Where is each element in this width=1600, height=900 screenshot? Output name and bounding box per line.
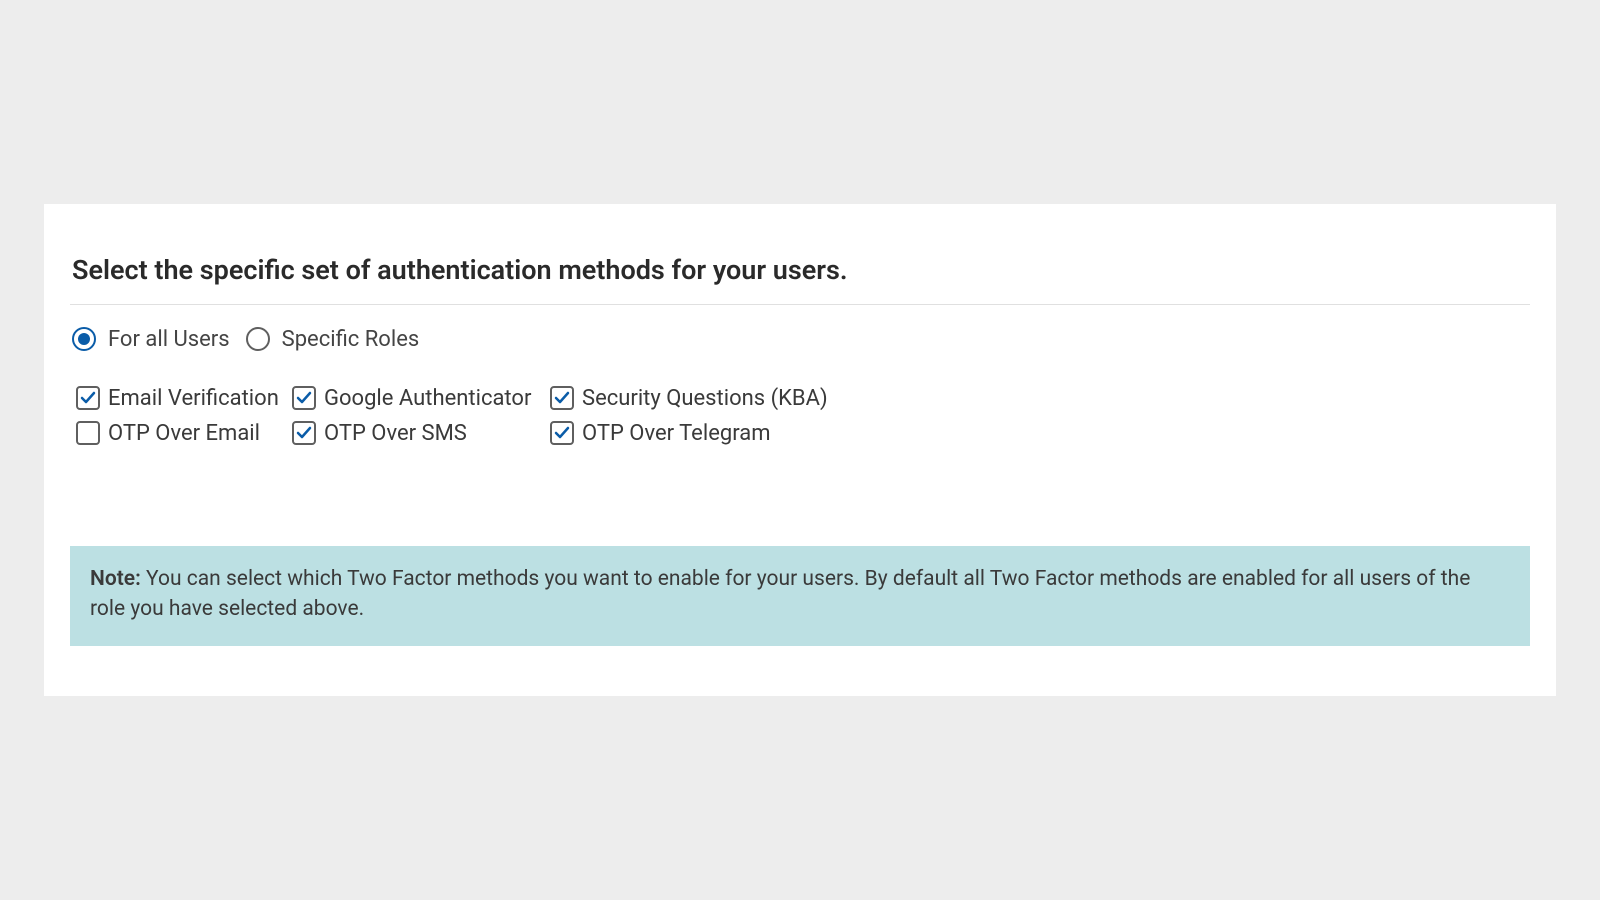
- checkbox-label: OTP Over Telegram: [582, 421, 771, 446]
- methods-checkbox-grid: Email Verification Google Authenticator …: [70, 386, 1530, 446]
- checkbox-icon: [76, 421, 100, 445]
- radio-specific-roles[interactable]: Specific Roles: [246, 327, 420, 352]
- radio-for-all-users[interactable]: For all Users: [72, 327, 230, 352]
- checkbox-label: OTP Over SMS: [324, 421, 467, 446]
- radio-label: For all Users: [108, 327, 230, 352]
- check-icon: [296, 425, 312, 441]
- radio-icon: [72, 327, 96, 351]
- note-text: You can select which Two Factor methods …: [90, 567, 1470, 621]
- section-heading: Select the specific set of authenticatio…: [70, 254, 1530, 305]
- checkbox-icon: [550, 421, 574, 445]
- settings-card: Select the specific set of authenticatio…: [44, 204, 1556, 697]
- checkbox-otp-over-sms[interactable]: OTP Over SMS: [292, 421, 550, 446]
- note-box: Note: You can select which Two Factor me…: [70, 546, 1530, 647]
- check-icon: [296, 390, 312, 406]
- checkbox-label: OTP Over Email: [108, 421, 260, 446]
- note-prefix: Note:: [90, 567, 141, 591]
- checkbox-otp-over-telegram[interactable]: OTP Over Telegram: [550, 421, 1530, 446]
- checkbox-icon: [292, 386, 316, 410]
- checkbox-email-verification[interactable]: Email Verification: [76, 386, 292, 411]
- radio-icon: [246, 327, 270, 351]
- check-icon: [80, 390, 96, 406]
- checkbox-icon: [76, 386, 100, 410]
- checkbox-label: Email Verification: [108, 386, 279, 411]
- checkbox-otp-over-email[interactable]: OTP Over Email: [76, 421, 292, 446]
- check-icon: [554, 390, 570, 406]
- check-icon: [554, 425, 570, 441]
- checkbox-icon: [292, 421, 316, 445]
- scope-radio-group: For all Users Specific Roles: [70, 327, 1530, 352]
- radio-dot-icon: [78, 333, 90, 345]
- checkbox-icon: [550, 386, 574, 410]
- checkbox-security-questions[interactable]: Security Questions (KBA): [550, 386, 1530, 411]
- checkbox-label: Security Questions (KBA): [582, 386, 828, 411]
- checkbox-google-authenticator[interactable]: Google Authenticator: [292, 386, 550, 411]
- radio-label: Specific Roles: [282, 327, 420, 352]
- checkbox-label: Google Authenticator: [324, 386, 531, 411]
